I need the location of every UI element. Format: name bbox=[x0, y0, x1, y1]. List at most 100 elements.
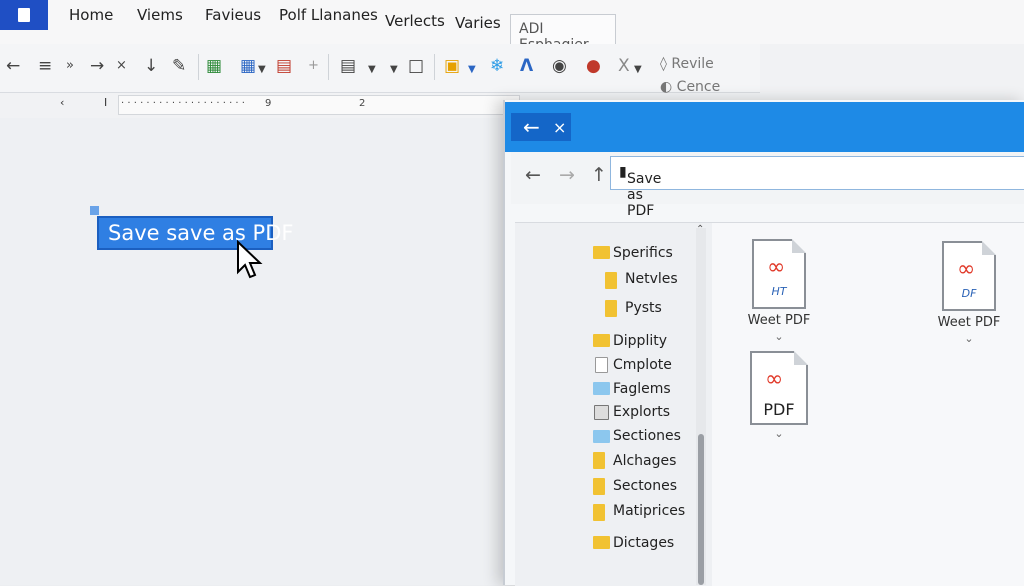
menu-bar: Home Viems Favieus Polf Llananes Verlect… bbox=[0, 0, 1024, 53]
folder-icon bbox=[593, 246, 610, 259]
menu-polf-llananes[interactable]: Polf Llananes bbox=[279, 6, 378, 24]
folder-icon bbox=[593, 334, 610, 347]
titlebar-controls: ← × bbox=[511, 113, 571, 141]
scroll-thumb[interactable] bbox=[698, 434, 704, 585]
chevron-down-icon[interactable]: ▼ bbox=[368, 60, 376, 80]
chevron-down-icon[interactable]: ▼ bbox=[468, 60, 476, 80]
save-dialog: ← × ← → ↑ ▮ Save as PDF Sperifics Netvle… bbox=[503, 100, 1024, 586]
toolbar-divider bbox=[434, 54, 435, 80]
tree-item[interactable]: Faglems bbox=[613, 381, 671, 397]
person-icon[interactable]: ● bbox=[586, 56, 601, 76]
ruler-tab-marker: ‹ bbox=[60, 96, 65, 109]
folder-icon bbox=[593, 478, 605, 495]
document-canvas[interactable] bbox=[0, 118, 510, 585]
folder-icon bbox=[593, 452, 605, 469]
selection-handle[interactable] bbox=[90, 206, 99, 215]
strike-icon[interactable]: × bbox=[116, 56, 127, 76]
chevron-down-icon[interactable]: ⌄ bbox=[744, 427, 814, 440]
file-name: Weet PDF bbox=[937, 315, 1001, 330]
back-arrow-icon[interactable]: ← bbox=[525, 164, 541, 186]
format-icon[interactable]: ▦ bbox=[206, 56, 222, 76]
menu-viems[interactable]: Viems bbox=[137, 6, 183, 24]
dialog-titlebar: ← × bbox=[505, 102, 1024, 152]
cence-button[interactable]: ◐ Cence bbox=[660, 79, 720, 95]
clear-format-icon[interactable]: Χ bbox=[618, 56, 630, 76]
double-chevron-icon[interactable]: » bbox=[66, 56, 74, 76]
tree-item[interactable]: Sectones bbox=[613, 478, 677, 494]
forward-arrow-icon[interactable]: → bbox=[90, 56, 104, 76]
forward-arrow-icon[interactable]: → bbox=[559, 164, 575, 186]
download-arrow-icon[interactable]: ↓ bbox=[144, 56, 158, 76]
page-corner bbox=[794, 351, 808, 365]
file-item[interactable]: ∞ PDF ⌄ bbox=[744, 351, 814, 440]
file-item[interactable]: ∞ DF Weet PDF ⌄ bbox=[934, 241, 1004, 345]
tree-item[interactable]: Netvles bbox=[625, 271, 678, 287]
file-name: Weet PDF bbox=[747, 313, 811, 328]
font-a-icon[interactable]: Λ bbox=[520, 56, 533, 76]
add-icon[interactable]: + bbox=[308, 56, 319, 76]
tree-item[interactable]: Alchages bbox=[613, 453, 676, 469]
revile-label: Revile bbox=[671, 56, 714, 72]
pdf-file-icon: ∞ HT bbox=[752, 239, 806, 309]
tree-item[interactable]: Sperifics bbox=[613, 245, 673, 261]
snowflake-icon[interactable]: ❄ bbox=[490, 56, 504, 76]
align-icon[interactable]: ≡ bbox=[38, 56, 52, 76]
icon-label: HT bbox=[771, 285, 787, 298]
acrobat-icon: ∞ bbox=[767, 255, 786, 280]
file-list: ∞ HT Weet PDF ⌄ ∞ DF Weet PDF ⌄ ∞ PDF ⌄ bbox=[712, 222, 1024, 586]
edit-pen-icon[interactable]: ✎ bbox=[172, 56, 186, 76]
ruler-indent-marker[interactable]: I bbox=[104, 96, 107, 109]
tree-item[interactable]: Dictages bbox=[613, 535, 674, 551]
scroll-up-icon[interactable]: ⌃ bbox=[696, 224, 704, 235]
toolbar-divider bbox=[198, 54, 199, 80]
tree-item[interactable]: Explorts bbox=[613, 404, 670, 420]
app-icon[interactable] bbox=[0, 0, 48, 30]
menu-favieus[interactable]: Favieus bbox=[205, 6, 261, 24]
tree-item[interactable]: Matiprices bbox=[613, 503, 685, 519]
toolbar-divider bbox=[328, 54, 329, 80]
folder-scrollbar[interactable]: ⌃ bbox=[696, 224, 706, 585]
menu-home[interactable]: Home bbox=[69, 6, 113, 24]
tree-item[interactable]: Sectiones bbox=[613, 428, 681, 444]
table-icon[interactable]: ▦ bbox=[240, 56, 256, 76]
chevron-down-icon[interactable]: ▼ bbox=[634, 60, 642, 80]
tab-adi-esphagier[interactable]: ADI Esphagier bbox=[510, 14, 616, 53]
chevron-down-icon[interactable]: ⌄ bbox=[934, 332, 1004, 345]
menu-verlects[interactable]: Verlects bbox=[385, 12, 445, 30]
menu-varies[interactable]: Varies bbox=[455, 14, 501, 32]
address-text: ▮ Save as PDF bbox=[619, 164, 662, 219]
acrobat-icon: ∞ bbox=[957, 257, 976, 282]
chevron-down-icon[interactable]: ▼ bbox=[390, 60, 398, 80]
ruler: · · · · · · · · · · · · · · · · · · · · … bbox=[118, 95, 520, 115]
lock-icon[interactable]: ▣ bbox=[444, 56, 460, 76]
frame-icon[interactable]: □ bbox=[408, 56, 424, 76]
folder-icon bbox=[605, 272, 617, 289]
document-icon bbox=[595, 357, 608, 373]
ruler-mark: 2 bbox=[359, 98, 366, 109]
close-icon[interactable]: × bbox=[553, 116, 566, 140]
icon-label: DF bbox=[961, 287, 977, 300]
ruler-mark: 9 bbox=[265, 98, 272, 109]
tree-item[interactable]: Pysts bbox=[625, 300, 662, 316]
page-setup-icon[interactable]: ▤ bbox=[340, 56, 356, 76]
globe-icon[interactable]: ◉ bbox=[552, 56, 567, 76]
back-arrow-icon[interactable]: ← bbox=[6, 56, 20, 76]
grid-icon bbox=[594, 405, 609, 420]
tree-item[interactable]: Dipplity bbox=[613, 333, 667, 349]
file-item[interactable]: ∞ HT Weet PDF ⌄ bbox=[744, 239, 814, 343]
chevron-down-icon[interactable]: ▼ bbox=[258, 60, 266, 80]
up-arrow-icon[interactable]: ↑ bbox=[591, 164, 607, 186]
address-value: Save as PDF bbox=[627, 171, 662, 219]
pdf-file-icon: ∞ PDF bbox=[750, 351, 808, 425]
list-icon[interactable]: ▤ bbox=[276, 56, 292, 76]
cence-label: Cence bbox=[676, 79, 721, 95]
tree-item[interactable]: Cmplote bbox=[613, 357, 672, 373]
address-bar[interactable]: ▮ Save as PDF bbox=[610, 156, 1024, 219]
back-arrow-icon[interactable]: ← bbox=[523, 115, 540, 139]
page-corner bbox=[982, 241, 996, 255]
revile-button[interactable]: ◊ Revile bbox=[660, 56, 714, 72]
chevron-down-icon[interactable]: ⌄ bbox=[744, 330, 814, 343]
mouse-cursor-icon bbox=[237, 240, 263, 279]
ruler-ticks: · · · · · · · · · · · · · · · · · · · · bbox=[121, 98, 245, 109]
folder-icon bbox=[593, 430, 610, 443]
